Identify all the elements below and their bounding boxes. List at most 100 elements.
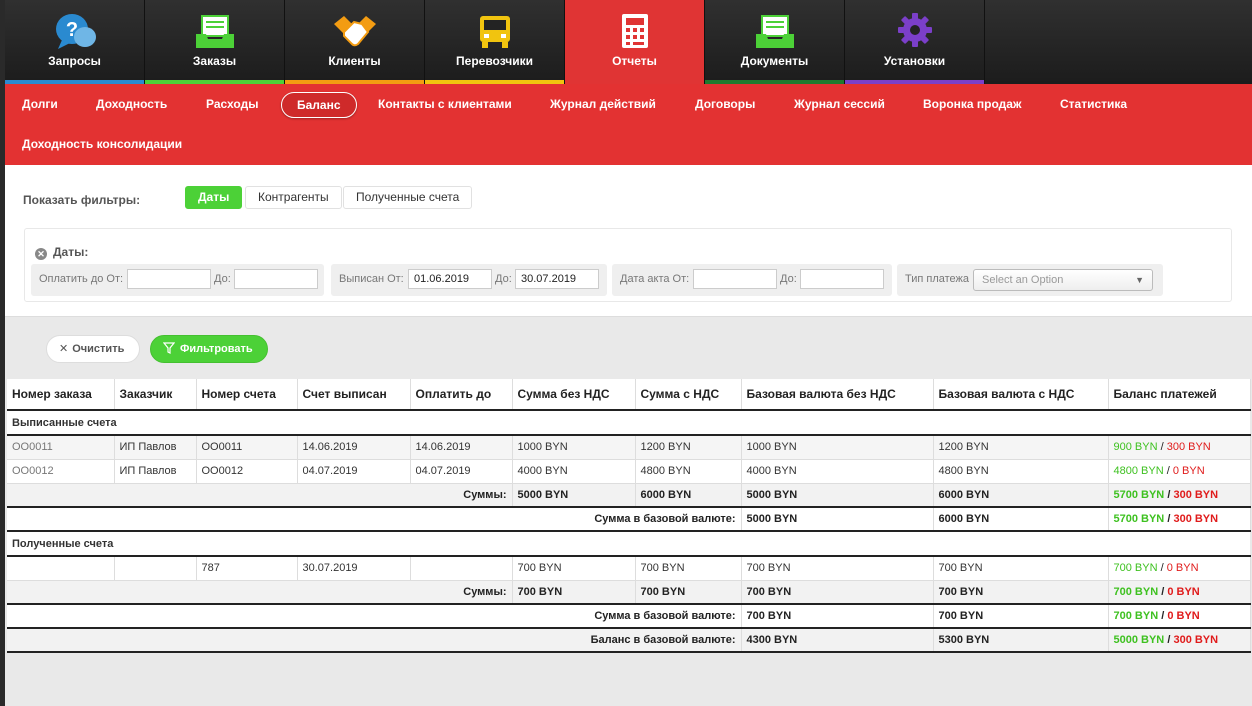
issued-from-input[interactable]: 01.06.2019 bbox=[408, 269, 492, 289]
subnav-item-debts[interactable]: Долги bbox=[7, 92, 73, 118]
cell-balance: 900 BYN / 300 BYN bbox=[1108, 435, 1251, 460]
topnav-filler bbox=[985, 0, 1252, 84]
subnav-item-session-log[interactable]: Журнал сессий bbox=[779, 92, 900, 118]
cell-gross: 1200 BYN bbox=[635, 435, 742, 460]
subnav-item-consolidation-profitability[interactable]: Доходность консолидации bbox=[7, 132, 197, 158]
col-header[interactable]: Оплатить до bbox=[410, 379, 513, 411]
col-header[interactable]: Сумма с НДС bbox=[635, 379, 742, 411]
col-header[interactable]: Номер счета bbox=[196, 379, 298, 411]
base-sum-balance: 5700 BYN / 300 BYN bbox=[1108, 507, 1251, 532]
final-balance-label: Баланс в базовой валюте: bbox=[7, 627, 742, 653]
col-header[interactable]: Баланс платежей bbox=[1108, 379, 1251, 411]
topnav-item-clients[interactable]: Клиенты bbox=[285, 0, 425, 84]
dates-filter-box: ✕ Даты: Оплатить до От: До: Выписан От: 0… bbox=[24, 228, 1232, 302]
pay-from-input[interactable] bbox=[127, 269, 211, 289]
act-from-input[interactable] bbox=[693, 269, 777, 289]
topnav-label: Клиенты bbox=[328, 54, 381, 68]
subnav-item-client-contacts[interactable]: Контакты с клиентами bbox=[363, 92, 527, 118]
filter-button[interactable]: Фильтровать bbox=[150, 335, 268, 363]
filters-panel: Показать фильтры: Даты Контрагенты Получ… bbox=[5, 165, 1252, 317]
filter-tab-counterparties[interactable]: Контрагенты bbox=[245, 186, 342, 209]
sum-label: Суммы: bbox=[7, 483, 513, 508]
col-header[interactable]: Базовая валюта с НДС bbox=[933, 379, 1109, 411]
pay-to-input[interactable] bbox=[234, 269, 318, 289]
pay-type-label: Тип платежа bbox=[905, 273, 970, 285]
col-header[interactable]: Базовая валюта без НДС bbox=[741, 379, 934, 411]
base-sum-label: Сумма в базовой валюте: bbox=[7, 507, 742, 532]
section-title-received: Полученные счета bbox=[7, 531, 1250, 557]
topnav-item-reports[interactable]: Отчеты bbox=[565, 0, 705, 84]
close-icon[interactable]: ✕ bbox=[35, 248, 47, 260]
cell-base-gross: 700 BYN bbox=[933, 556, 1109, 581]
base-sum-row-issued: Сумма в базовой валюте: 5000 BYN 6000 BY… bbox=[7, 507, 1251, 532]
col-header[interactable]: Сумма без НДС bbox=[512, 379, 636, 411]
topnav-label: Установки bbox=[883, 54, 946, 68]
final-base-net: 4300 BYN bbox=[741, 627, 934, 653]
truck-icon bbox=[479, 16, 510, 48]
subnav-item-profitability[interactable]: Доходность bbox=[81, 92, 182, 118]
subnav-item-statistics[interactable]: Статистика bbox=[1045, 92, 1142, 118]
act-to-input[interactable] bbox=[800, 269, 884, 289]
base-sum-label: Сумма в базовой валюте: bbox=[7, 604, 742, 629]
cell-issued: 30.07.2019 bbox=[297, 556, 411, 581]
subnav-item-expenses[interactable]: Расходы bbox=[191, 92, 273, 118]
col-header[interactable]: Счет выписан bbox=[297, 379, 411, 411]
topnav-label: Перевозчики bbox=[456, 54, 533, 68]
filter-tab-dates[interactable]: Даты bbox=[185, 186, 243, 209]
cell-base-gross: 4800 BYN bbox=[933, 459, 1109, 484]
sum-gross: 6000 BYN bbox=[635, 483, 742, 508]
show-filters-label: Показать фильтры: bbox=[23, 193, 141, 207]
chevron-down-icon: ▼ bbox=[1135, 275, 1144, 285]
topnav-item-carriers[interactable]: Перевозчики bbox=[425, 0, 565, 84]
subnav-item-sales-funnel[interactable]: Воронка продаж bbox=[908, 92, 1036, 118]
cell-customer: ИП Павлов bbox=[114, 459, 197, 484]
base-sum-gross: 700 BYN bbox=[933, 604, 1109, 629]
sum-balance: 700 BYN / 0 BYN bbox=[1108, 580, 1251, 605]
table-row: 787 30.07.2019 700 BYN 700 BYN 700 BYN 7… bbox=[7, 556, 1251, 581]
pay-from-label: Оплатить до От: bbox=[39, 273, 124, 285]
issued-to-input[interactable]: 30.07.2019 bbox=[515, 269, 599, 289]
balance-table: Номер заказа Заказчик Номер счета Счет в… bbox=[7, 379, 1251, 653]
topnav-item-orders[interactable]: Заказы bbox=[145, 0, 285, 84]
table-row: OO0011 ИП Павлов OO0011 14.06.2019 14.06… bbox=[7, 435, 1251, 460]
topnav-item-settings[interactable]: Установки bbox=[845, 0, 985, 84]
clear-button[interactable]: ✕ Очистить bbox=[46, 335, 140, 363]
cell-base-net: 700 BYN bbox=[741, 556, 934, 581]
subnav-item-action-log[interactable]: Журнал действий bbox=[535, 92, 671, 118]
subnav-item-balance[interactable]: Баланс bbox=[281, 92, 357, 118]
base-sum-gross: 6000 BYN bbox=[933, 507, 1109, 532]
subnav-item-contracts[interactable]: Договоры bbox=[680, 92, 770, 118]
table-header-row: Номер заказа Заказчик Номер счета Счет в… bbox=[7, 379, 1251, 411]
filter-tab-received-invoices[interactable]: Полученные счета bbox=[343, 186, 473, 209]
cell-due: 14.06.2019 bbox=[410, 435, 513, 460]
cell-order[interactable]: OO0011 bbox=[7, 435, 115, 460]
svg-text:?: ? bbox=[65, 19, 77, 41]
sum-base-net: 5000 BYN bbox=[741, 483, 934, 508]
pay-to-label: До: bbox=[214, 273, 231, 285]
cell-invoice: OO0012 bbox=[196, 459, 298, 484]
final-balance: 5000 BYN / 300 BYN bbox=[1108, 627, 1251, 653]
sum-row-issued: Суммы: 5000 BYN 6000 BYN 5000 BYN 6000 B… bbox=[7, 483, 1251, 508]
cell-gross: 4800 BYN bbox=[635, 459, 742, 484]
cell-order[interactable]: OO0012 bbox=[7, 459, 115, 484]
cell-net: 1000 BYN bbox=[512, 435, 636, 460]
topnav-item-requests[interactable]: ? Запросы bbox=[5, 0, 145, 84]
pay-type-select[interactable]: Select an Option ▼ bbox=[973, 269, 1153, 291]
inbox-tray-icon bbox=[755, 15, 794, 48]
topnav-label: Документы bbox=[740, 54, 809, 68]
issued-to-label: До: bbox=[495, 273, 512, 285]
col-header[interactable]: Номер заказа bbox=[7, 379, 115, 411]
cell-base-gross: 1200 BYN bbox=[933, 435, 1109, 460]
col-header[interactable]: Заказчик bbox=[114, 379, 197, 411]
cell-base-net: 4000 BYN bbox=[741, 459, 934, 484]
cell-balance: 4800 BYN / 0 BYN bbox=[1108, 459, 1251, 484]
topnav-item-documents[interactable]: Документы bbox=[705, 0, 845, 84]
issued-group: Выписан От: 01.06.2019 До: 30.07.2019 bbox=[331, 264, 607, 296]
cell-gross: 700 BYN bbox=[635, 556, 742, 581]
app-window: ? Запросы Заказы Клиенты Перевозчики Отч… bbox=[5, 0, 1252, 706]
act-date-group: Дата акта От: До: bbox=[612, 264, 892, 296]
cell-balance: 700 BYN / 0 BYN bbox=[1108, 556, 1251, 581]
close-icon: ✕ bbox=[59, 343, 69, 355]
base-sum-balance: 700 BYN / 0 BYN bbox=[1108, 604, 1251, 629]
cell-issued: 04.07.2019 bbox=[297, 459, 411, 484]
